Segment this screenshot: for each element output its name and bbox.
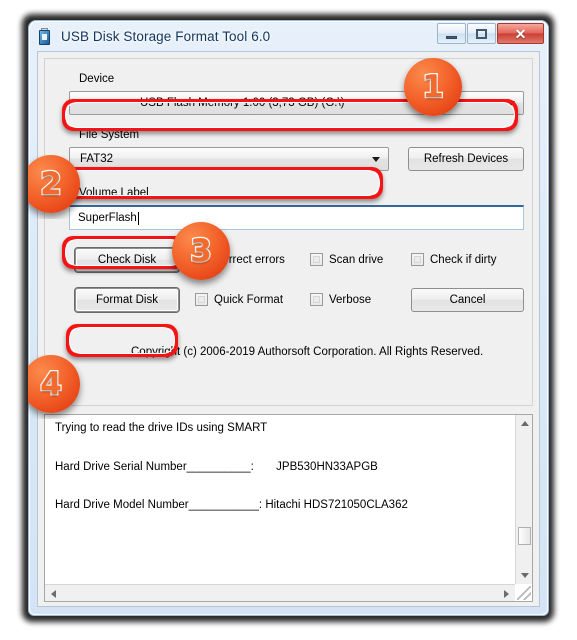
badge-number: 2: [39, 165, 63, 202]
log-output-panel: Trying to read the drive IDs using SMART…: [44, 414, 533, 602]
checkbox-box: [411, 253, 424, 266]
close-button[interactable]: ✕: [497, 23, 544, 44]
title-bar: USB Disk Storage Format Tool 6.0 ✕: [29, 21, 548, 51]
checkbox-box: [195, 293, 208, 306]
application-window: USB Disk Storage Format Tool 6.0 ✕ Devic…: [28, 20, 549, 616]
filesystem-combo[interactable]: FAT32: [69, 147, 389, 171]
close-icon: ✕: [514, 25, 527, 42]
checkbox-quick-format[interactable]: Quick Format: [195, 293, 283, 306]
text-caret: [137, 211, 139, 225]
annotation-badge-4: 4: [28, 355, 80, 413]
checkbox-label: Scan drive: [329, 253, 384, 266]
annotation-badge-1: 1: [404, 58, 462, 116]
checkbox-label: Quick Format: [214, 293, 284, 306]
checkbox-check-if-dirty[interactable]: Check if dirty: [411, 253, 496, 266]
badge-number: 1: [421, 68, 445, 105]
cancel-button[interactable]: Cancel: [411, 288, 524, 312]
badge-number: 4: [39, 365, 63, 402]
checkbox-verbose[interactable]: Verbose: [310, 293, 371, 306]
checkbox-label: Verbose: [329, 293, 372, 306]
checkbox-box: [310, 253, 323, 266]
client-area: Device USB Flash Memory 1.00 (3,73 GB) (…: [37, 51, 540, 607]
log-horizontal-scrollbar[interactable]: [45, 584, 515, 601]
log-text: Trying to read the drive IDs using SMART…: [55, 422, 510, 581]
checkbox-scan-drive[interactable]: Scan drive: [310, 253, 383, 266]
format-disk-button[interactable]: Format Disk: [75, 288, 179, 312]
scroll-down-icon[interactable]: [521, 573, 529, 578]
refresh-devices-button[interactable]: Refresh Devices: [408, 147, 524, 171]
log-line: Trying to read the drive IDs using SMART: [55, 422, 268, 434]
badge-number: 3: [189, 232, 213, 269]
window-controls: ✕: [436, 23, 544, 45]
log-line: Hard Drive Model Number___________: Hita…: [55, 499, 408, 511]
log-vertical-scrollbar[interactable]: [515, 415, 532, 584]
volume-label-input[interactable]: SuperFlash: [69, 205, 524, 230]
vertical-scroll-thumb[interactable]: [518, 527, 531, 545]
annotation-badge-4-clip: 4: [28, 355, 100, 419]
scroll-right-icon[interactable]: [504, 590, 509, 598]
window-title: USB Disk Storage Format Tool 6.0: [61, 28, 271, 44]
annotation-badge-2: 2: [28, 155, 80, 213]
minimize-icon: [446, 35, 457, 39]
settings-panel: Device USB Flash Memory 1.00 (3,73 GB) (…: [44, 58, 533, 406]
resize-grip-icon[interactable]: [517, 586, 531, 600]
chevron-down-icon: [372, 157, 380, 162]
device-combo-value: USB Flash Memory 1.00 (3,73 GB) (G:\): [140, 97, 345, 109]
checkbox-box: [310, 293, 323, 306]
log-line: Hard Drive Serial Number__________: JPB5…: [55, 460, 378, 473]
maximize-button[interactable]: [467, 23, 496, 44]
check-disk-button[interactable]: Check Disk: [75, 248, 179, 272]
scroll-left-icon[interactable]: [51, 590, 56, 598]
filesystem-label: File System: [79, 129, 140, 141]
checkbox-label: Check if dirty: [430, 253, 497, 266]
annotation-badge-2-clip: 2: [28, 155, 100, 219]
maximize-icon: [476, 28, 487, 39]
usb-flash-drive-icon: [37, 27, 54, 45]
minimize-button[interactable]: [437, 23, 466, 44]
annotation-badge-3: 3: [172, 222, 230, 280]
chevron-down-icon: [507, 101, 515, 106]
copyright-text: Copyright (c) 2006-2019 Authorsoft Corpo…: [131, 346, 484, 358]
scroll-up-icon[interactable]: [521, 421, 529, 426]
device-label: Device: [79, 73, 115, 85]
